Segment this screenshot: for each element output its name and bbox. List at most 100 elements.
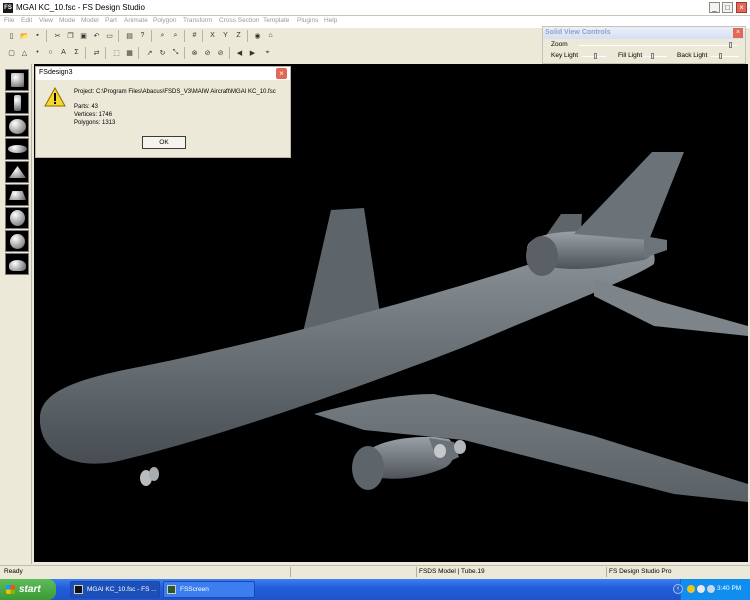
no-icon[interactable]: ⊘ xyxy=(215,47,226,58)
hemisphere-icon xyxy=(9,260,26,271)
lock-icon[interactable]: ⌂ xyxy=(265,30,276,41)
help-icon[interactable]: ? xyxy=(137,30,148,41)
menu-animate[interactable]: Animate xyxy=(124,17,148,24)
select-icon[interactable]: ▢ xyxy=(6,47,17,58)
tail-engine-intake xyxy=(526,236,558,276)
near-stabilizer xyxy=(594,279,748,336)
text-icon[interactable]: A xyxy=(58,47,69,58)
volume-icon[interactable] xyxy=(707,585,715,593)
back-light-slider[interactable] xyxy=(711,53,739,59)
copy-icon[interactable]: ❐ xyxy=(65,30,76,41)
camera-icon[interactable]: ◉ xyxy=(252,30,263,41)
status-message: Ready xyxy=(4,568,23,575)
menu-view[interactable]: View xyxy=(39,17,53,24)
fill-light-label: Fill Light xyxy=(618,52,643,59)
move-icon[interactable]: ↗ xyxy=(144,47,155,58)
menu-mode[interactable]: Mode xyxy=(59,17,75,24)
main-gear xyxy=(434,444,446,458)
save-icon[interactable]: ▪ xyxy=(32,30,43,41)
fill-light-slider[interactable] xyxy=(643,53,667,59)
menu-edit[interactable]: Edit xyxy=(21,17,32,24)
sum-icon[interactable]: Σ xyxy=(71,47,82,58)
point-icon[interactable]: • xyxy=(32,47,43,58)
zoom-in-icon[interactable]: ⌕ xyxy=(157,30,168,41)
grid-icon[interactable]: # xyxy=(189,30,200,41)
cone-primitive-button[interactable] xyxy=(5,161,29,183)
x-axis-icon[interactable]: X xyxy=(207,30,218,41)
menu-part[interactable]: Part xyxy=(105,17,117,24)
disc-primitive-button[interactable] xyxy=(5,138,29,160)
menu-plugins[interactable]: Plugins xyxy=(297,17,318,24)
dotted-grid-icon[interactable]: ▦ xyxy=(124,47,135,58)
properties-icon[interactable]: ▤ xyxy=(124,30,135,41)
dialog-project-path: Project: C:\Program Files\Abacus\FSDS_V3… xyxy=(74,89,276,95)
dialog-parts-count: Parts: 43 xyxy=(74,104,99,110)
taskbar-fsscreen-window[interactable]: FSScreen xyxy=(163,581,255,598)
menu-transform[interactable]: Transform xyxy=(183,17,212,24)
rotate-icon[interactable]: ↻ xyxy=(157,47,168,58)
menu-template[interactable]: Template xyxy=(263,17,289,24)
dialog-polygons-count: Polygons: 1313 xyxy=(74,120,116,126)
info-dialog: FSdesign3 × Project: C:\Program Files\Ab… xyxy=(35,66,291,158)
sphere-primitive-button[interactable] xyxy=(5,115,29,137)
circle-icon[interactable]: ○ xyxy=(45,47,56,58)
hemisphere-primitive-button[interactable] xyxy=(5,253,29,275)
previous-icon[interactable]: ◀ xyxy=(234,47,245,58)
cube-primitive-button[interactable] xyxy=(5,69,29,91)
blank-icon[interactable]: ▭ xyxy=(104,30,115,41)
menu-model[interactable]: Model xyxy=(81,17,99,24)
marquee-icon[interactable]: ⬚ xyxy=(111,47,122,58)
solid-view-controls-close-icon[interactable]: × xyxy=(733,28,743,38)
dialog-close-icon[interactable]: × xyxy=(276,68,287,79)
cube-icon xyxy=(11,73,24,87)
torus-primitive-button[interactable] xyxy=(5,230,29,252)
status-model-info: FSDS Model | Tube.19 xyxy=(416,567,606,577)
open-folder-icon[interactable]: 📂 xyxy=(19,30,30,41)
zoom-out-icon[interactable]: ⌕ xyxy=(170,30,181,41)
key-light-label: Key Light xyxy=(551,52,579,59)
menu-polygon[interactable]: Polygon xyxy=(153,17,177,24)
warning-icon xyxy=(44,87,66,107)
key-light-slider-thumb[interactable] xyxy=(594,53,597,59)
binoculars-icon[interactable]: ⌖ xyxy=(262,47,273,58)
zoom-slider[interactable] xyxy=(579,42,737,48)
next-icon[interactable]: ▶ xyxy=(247,47,258,58)
ok-button[interactable]: OK xyxy=(142,136,186,149)
dialog-title-bar[interactable]: FSdesign3 xyxy=(36,67,290,80)
taskbar-fsds-window[interactable]: MGAI KC_10.fsc - FS ... xyxy=(70,581,160,598)
menu-cross-section[interactable]: Cross Section xyxy=(219,17,259,24)
triangle-icon[interactable]: △ xyxy=(19,47,30,58)
z-axis-icon[interactable]: Z xyxy=(233,30,244,41)
geosphere-primitive-button[interactable] xyxy=(5,207,29,229)
menu-file[interactable]: File xyxy=(4,17,14,24)
tray-expand-icon[interactable]: ‹ xyxy=(673,584,683,594)
y-axis-icon[interactable]: Y xyxy=(220,30,231,41)
solid-view-controls-title-bar[interactable]: Solid View Controls xyxy=(543,27,745,39)
scale-icon[interactable]: ⤡ xyxy=(170,47,181,58)
close-button[interactable]: × xyxy=(736,2,747,13)
fill-light-slider-thumb[interactable] xyxy=(651,53,654,59)
new-file-icon[interactable]: ▯ xyxy=(6,30,17,41)
cut-icon[interactable]: ✂ xyxy=(52,30,63,41)
cone-icon xyxy=(9,166,26,178)
delete-icon[interactable]: ⊗ xyxy=(189,47,200,58)
wedge-primitive-button[interactable] xyxy=(5,184,29,206)
taskbar-fsds-label: MGAI KC_10.fsc - FS ... xyxy=(87,586,157,593)
solid-view-controls-title: Solid View Controls xyxy=(545,29,611,36)
network-icon[interactable] xyxy=(697,585,705,593)
undo-icon[interactable]: ↶ xyxy=(91,30,102,41)
zoom-slider-thumb[interactable] xyxy=(729,42,732,48)
start-button[interactable]: start xyxy=(0,579,56,600)
menu-help[interactable]: Help xyxy=(324,17,337,24)
mirror-icon[interactable]: ⇄ xyxy=(91,47,102,58)
security-alert-icon[interactable] xyxy=(687,585,695,593)
key-light-slider[interactable] xyxy=(582,53,606,59)
cylinder-primitive-button[interactable] xyxy=(5,92,29,114)
stop-icon[interactable]: ⊘ xyxy=(202,47,213,58)
minimize-button[interactable]: _ xyxy=(709,2,720,13)
paste-icon[interactable]: ▣ xyxy=(78,30,89,41)
maximize-button[interactable]: □ xyxy=(722,2,733,13)
toolbar-tools: ▢ △ • ○ A Σ ⇄ ⬚ ▦ ↗ ↻ ⤡ ⊗ ⊘ ⊘ ◀ ▶ ⌖ xyxy=(0,45,540,61)
windows-logo-icon xyxy=(6,585,15,594)
back-light-slider-thumb[interactable] xyxy=(719,53,722,59)
